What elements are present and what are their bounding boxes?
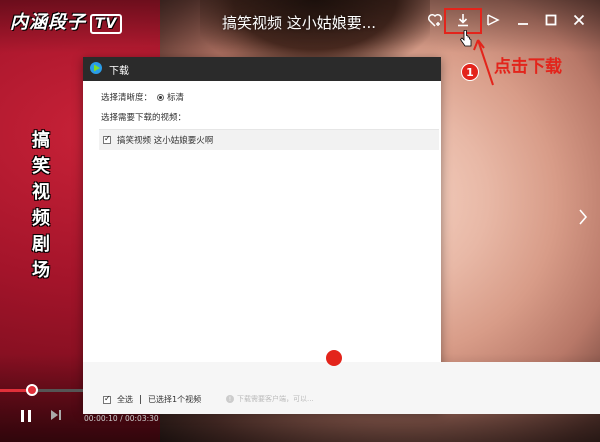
list-item[interactable]: 搞笑视频 这小姑娘要火啊 — [99, 130, 439, 150]
quality-radio[interactable] — [157, 93, 165, 101]
step1-instruction: 点击下载 — [494, 57, 562, 77]
quality-row: 选择清晰度： 标清 — [101, 91, 423, 103]
download-dialog: 下载 选择清晰度： 标清 选择需要下载的视频： 搞笑视频 这小姑娘要火啊 — [83, 57, 441, 411]
app-logo-icon — [89, 60, 103, 79]
footer-divider — [140, 395, 141, 404]
video-title: 搞笑视频 这小姑娘要火啊 — [117, 136, 214, 146]
quality-option[interactable]: 标清 — [167, 91, 184, 103]
time-separator: / — [117, 414, 125, 423]
current-time: 00:00:10 — [84, 414, 118, 423]
chevron-right-icon[interactable] — [578, 208, 588, 231]
dialog-header: 下载 — [83, 57, 441, 81]
select-label: 选择需要下载的视频： — [101, 113, 187, 123]
step1-badge: 1 — [461, 63, 479, 81]
info-icon: ! — [226, 395, 234, 403]
total-time: 00:03:30 — [124, 414, 159, 423]
progress-bar[interactable] — [0, 389, 83, 392]
playback-time: 00:00:10 / 00:03:30 — [84, 414, 159, 423]
dialog-footer: 全选 已选择1个视频 — [103, 394, 201, 405]
next-track-icon[interactable] — [50, 409, 62, 424]
video-checkbox[interactable] — [103, 134, 111, 144]
download-hint: ! 下载需要客户端，可以... — [226, 394, 314, 404]
select-all-checkbox[interactable] — [103, 394, 111, 404]
select-all-label[interactable]: 全选 — [117, 394, 133, 405]
dialog-footer-bar — [83, 362, 600, 414]
step2-badge — [326, 350, 342, 366]
dialog-title: 下载 — [109, 65, 129, 77]
video-list: 搞笑视频 这小姑娘要火啊 — [99, 129, 439, 150]
progress-handle[interactable] — [26, 384, 38, 396]
selected-count: 已选择1个视频 — [148, 395, 202, 404]
quality-label: 选择清晰度： — [101, 93, 153, 103]
step1-arrow-line — [477, 39, 494, 86]
hint-text: 下载需要客户端，可以... — [237, 395, 314, 403]
pause-icon[interactable] — [20, 409, 32, 427]
